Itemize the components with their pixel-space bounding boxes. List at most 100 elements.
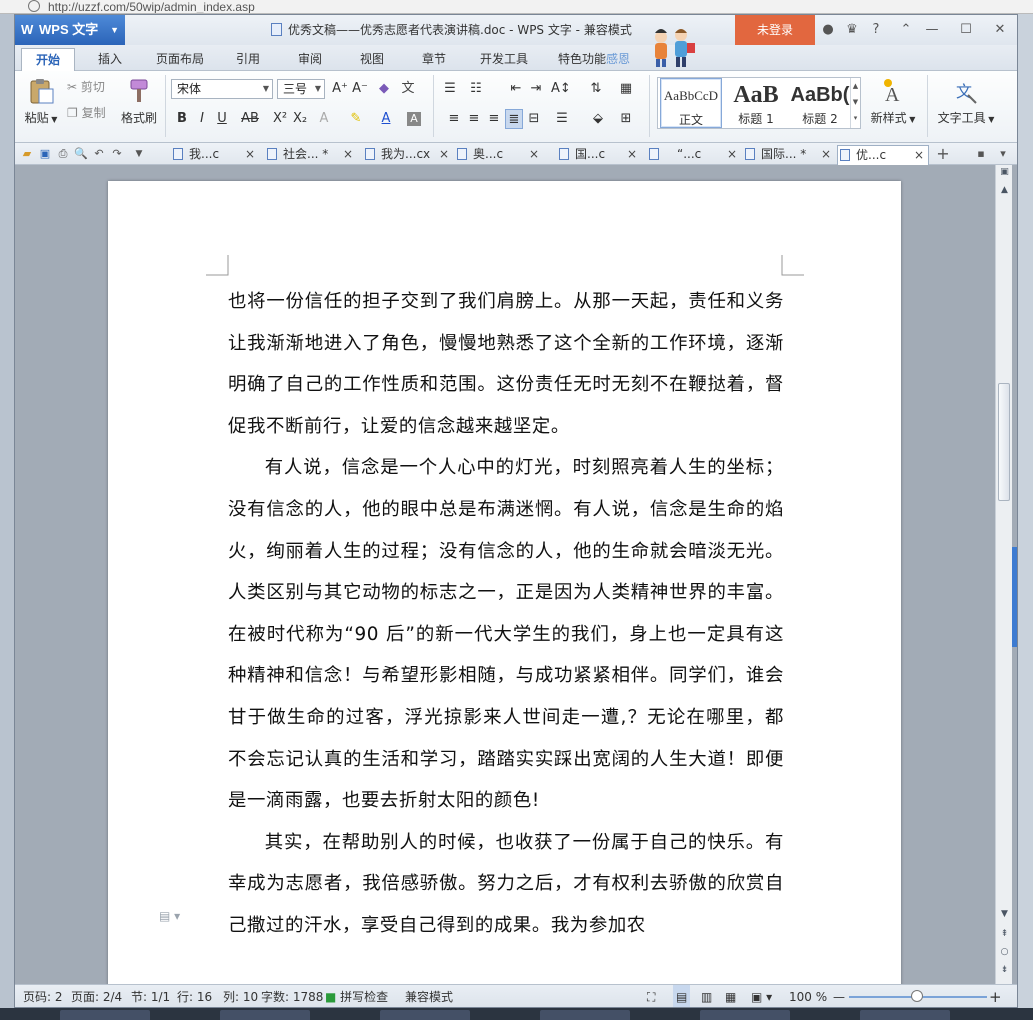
tab-sections[interactable]: 章节 <box>413 45 455 71</box>
document-body[interactable]: 也将一份信任的担子交到了我们肩膀上。从那一天起，责任和义务让我渐渐地进入了角色，… <box>228 281 784 947</box>
doc-tab[interactable]: 国际... * × <box>743 145 835 165</box>
clear-format-icon[interactable]: ◆ <box>375 79 393 99</box>
superscript-icon[interactable]: X² <box>271 109 289 129</box>
close-tab-icon[interactable]: × <box>727 145 737 163</box>
font-color-icon[interactable]: A <box>377 109 395 129</box>
tab-review[interactable]: 审阅 <box>289 45 331 71</box>
tab-view[interactable]: 视图 <box>351 45 393 71</box>
style-heading-2[interactable]: AaBb( 标题 2 <box>790 78 850 128</box>
full-screen-view-icon[interactable]: ⛶ <box>647 985 655 1007</box>
help-icon[interactable]: ? <box>865 15 887 45</box>
underline-icon[interactable]: U <box>213 109 231 129</box>
zoom-in-icon[interactable]: + <box>989 985 1002 1007</box>
paste-button[interactable]: 粘贴 ▼ <box>21 77 61 126</box>
format-painter-button[interactable]: 格式刷 <box>119 77 159 126</box>
grow-font-icon[interactable]: A⁺ <box>331 79 349 99</box>
side-panel-toggle[interactable] <box>1012 547 1017 647</box>
text-tools-button[interactable]: 文 文字工具 ▼ <box>933 77 999 126</box>
status-word-count[interactable]: 字数: 1788 <box>261 985 323 1007</box>
line-spacing-icon[interactable]: ☰ <box>553 109 571 129</box>
cut-button[interactable]: ✂ 剪切 <box>67 77 105 97</box>
zoom-out-icon[interactable]: — <box>833 985 845 1007</box>
tab-insert[interactable]: 插入 <box>87 45 133 71</box>
font-size-select[interactable]: 三号 ▼ <box>277 79 325 99</box>
collapse-ribbon-icon[interactable]: ⌃ <box>895 15 917 45</box>
print-icon[interactable]: ⎙ <box>55 145 71 163</box>
paragraph-menu-icon[interactable]: ▤ ▾ <box>159 909 180 923</box>
page-view-icon[interactable]: ▤ <box>673 985 691 1007</box>
style-scroll[interactable]: ▲ ▼ ▾ <box>850 78 860 128</box>
borders-icon[interactable]: ⊞ <box>617 109 635 129</box>
tab-thanksgiving[interactable]: 感恩 <box>603 45 633 71</box>
close-tab-icon[interactable]: × <box>914 146 924 164</box>
taskbar-item[interactable] <box>860 1010 950 1020</box>
close-tab-icon[interactable]: × <box>439 145 449 163</box>
print-preview-icon[interactable]: 🔍 <box>73 145 89 163</box>
justify-icon[interactable]: ≣ <box>505 109 523 129</box>
bullets-icon[interactable]: ☰ <box>441 79 459 99</box>
close-icon[interactable]: ✕ <box>989 15 1011 45</box>
doc-tab[interactable]: “...c × <box>647 145 741 165</box>
decrease-indent-icon[interactable]: ⇤ <box>507 79 525 99</box>
subscript-icon[interactable]: X₂ <box>291 109 309 129</box>
doc-tab[interactable]: 奥...c × <box>455 145 543 165</box>
tab-home[interactable]: 开始 <box>21 48 75 72</box>
prev-page-icon[interactable]: ⇞ <box>996 929 1013 939</box>
table-icon[interactable]: ▦ <box>617 79 635 99</box>
taskbar-item[interactable] <box>60 1010 150 1020</box>
spell-check-toggle[interactable]: ■ 拼写检查 <box>325 985 388 1007</box>
minimize-icon[interactable]: — <box>921 15 943 45</box>
close-tab-icon[interactable]: × <box>529 145 539 163</box>
font-name-select[interactable]: 宋体 ▼ <box>171 79 273 99</box>
scroll-thumb[interactable] <box>998 383 1010 501</box>
taskbar-item[interactable] <box>700 1010 790 1020</box>
skin-icon[interactable]: ● <box>817 15 839 45</box>
quick-access-menu-icon[interactable]: ▼ <box>131 145 147 163</box>
tab-references[interactable]: 引用 <box>227 45 269 71</box>
shrink-font-icon[interactable]: A⁻ <box>351 79 369 99</box>
align-center-icon[interactable]: ≡ <box>465 109 483 129</box>
doc-tab[interactable]: 我为...cx × <box>363 145 453 165</box>
numbering-icon[interactable]: ☷ <box>467 79 485 99</box>
bold-icon[interactable]: B <box>173 109 191 129</box>
pinyin-icon[interactable]: 文 <box>399 79 417 99</box>
zoom-slider-knob[interactable] <box>911 990 923 1002</box>
new-tab-icon[interactable]: + <box>935 145 951 163</box>
strikethrough-icon[interactable]: AB <box>237 109 263 129</box>
align-left-icon[interactable]: ≡ <box>445 109 463 129</box>
increase-indent-icon[interactable]: ⇥ <box>527 79 545 99</box>
zoom-level[interactable]: 100 % <box>789 985 827 1007</box>
italic-icon[interactable]: I <box>193 109 211 129</box>
sort-icon[interactable]: ⇅ <box>587 79 605 99</box>
next-page-icon[interactable]: ⇟ <box>996 965 1013 975</box>
scroll-menu-icon[interactable]: ▣ <box>996 167 1013 177</box>
browse-object-icon[interactable]: ○ <box>996 947 1013 957</box>
close-tab-icon[interactable]: × <box>343 145 353 163</box>
save-icon[interactable]: ▣ <box>37 145 53 163</box>
taskbar-item[interactable] <box>540 1010 630 1020</box>
close-tab-icon[interactable]: × <box>821 145 831 163</box>
undo-icon[interactable]: ↶ <box>91 145 107 163</box>
open-icon[interactable]: ▰ <box>19 145 35 163</box>
taskbar-item[interactable] <box>380 1010 470 1020</box>
align-right-icon[interactable]: ≡ <box>485 109 503 129</box>
char-shading-icon[interactable]: A <box>407 112 421 126</box>
scroll-down-icon[interactable]: ▼ <box>996 909 1013 919</box>
document-page[interactable]: 也将一份信任的担子交到了我们肩膀上。从那一天起，责任和义务让我渐渐地进入了角色，… <box>108 181 901 1001</box>
close-tab-icon[interactable]: × <box>627 145 637 163</box>
text-effect-icon[interactable]: A <box>315 109 333 129</box>
highlight-icon[interactable]: ✎ <box>347 109 365 129</box>
distributed-icon[interactable]: ⊟ <box>525 109 543 129</box>
shirt-icon[interactable]: ♛ <box>841 15 863 45</box>
tab-developer[interactable]: 开发工具 <box>475 45 533 71</box>
app-menu-button[interactable]: W WPS 文字 ▼ <box>15 15 125 45</box>
vertical-scrollbar[interactable]: ▣ ▲ ▼ ⇞ ○ ⇟ <box>995 165 1012 984</box>
reading-view-icon[interactable]: ▣ ▾ <box>751 985 772 1007</box>
style-normal[interactable]: AaBbCcD 正文 <box>660 78 722 128</box>
login-button[interactable]: 未登录 <box>735 15 815 45</box>
redo-icon[interactable]: ↷ <box>109 145 125 163</box>
doc-tab-active[interactable]: 优...c × <box>837 145 929 165</box>
maximize-icon[interactable]: ☐ <box>955 15 977 45</box>
copy-button[interactable]: ❐ 复制 <box>67 103 106 123</box>
tab-menu-icon[interactable]: ▾ <box>995 145 1011 163</box>
